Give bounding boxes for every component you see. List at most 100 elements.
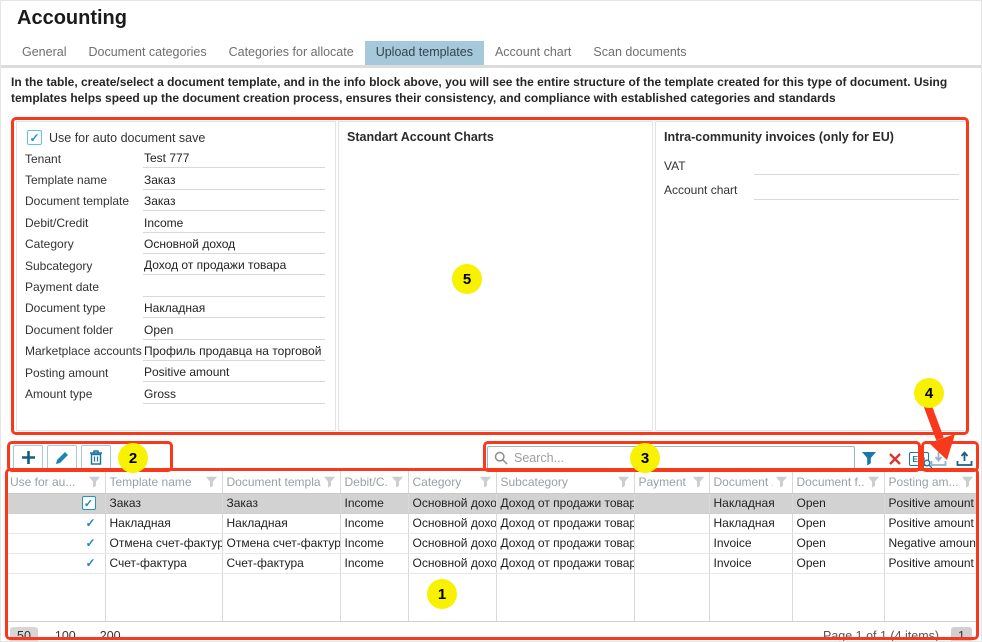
table-cell-checkbox[interactable]: ✓	[6, 493, 105, 513]
filter-icon[interactable]	[692, 476, 705, 488]
field-value-account-chart[interactable]	[754, 184, 959, 200]
filter-icon[interactable]	[323, 476, 336, 488]
field-value-vat[interactable]	[754, 159, 959, 175]
auto-save-checkbox[interactable]: ✓	[27, 130, 42, 145]
page-size-200[interactable]: 200	[93, 627, 128, 642]
field-value-payment-date[interactable]	[143, 281, 325, 297]
column-header-payment[interactable]: Payment ...	[634, 471, 709, 493]
export-button[interactable]	[952, 448, 976, 469]
filter-icon[interactable]	[775, 476, 788, 488]
table-row[interactable]: ✓Счет-фактураСчет-фактураIncomeОсновной …	[6, 553, 978, 573]
field-value-subcategory[interactable]: Доход от продажи товара	[143, 258, 325, 275]
field-label: Marketplace accounts	[25, 345, 143, 361]
table-cell: Income	[340, 533, 408, 553]
page-number-button[interactable]: 1	[951, 627, 972, 642]
field-label: Template name	[25, 174, 143, 190]
filter-button[interactable]	[857, 448, 881, 469]
table-cell: Positive amount	[884, 493, 978, 513]
table-cell: Накладная	[709, 513, 792, 533]
check-icon: ✓	[85, 536, 95, 550]
field-value-posting-amount[interactable]: Positive amount	[143, 365, 325, 382]
field-value-document-template[interactable]: Заказ	[143, 194, 325, 211]
import-button[interactable]	[926, 448, 950, 469]
form-row-subcategory: SubcategoryДоход от продажи товара	[25, 258, 325, 275]
page-size-selector: 50 100 200	[10, 629, 138, 642]
filter-icon[interactable]	[391, 476, 404, 488]
table-row[interactable]: ✓ЗаказЗаказIncomeОсновной доходДоход от …	[6, 493, 978, 513]
field-value-debit-credit[interactable]: Income	[143, 216, 325, 233]
column-header-document-template[interactable]: Document template	[222, 471, 340, 493]
field-value-template-name[interactable]: Заказ	[143, 173, 325, 190]
filter-icon[interactable]	[88, 476, 101, 488]
field-value-document-type[interactable]: Накладная	[143, 301, 325, 318]
table-filler-cell	[6, 573, 105, 621]
table-cell	[634, 533, 709, 553]
table-row[interactable]: ✓НакладнаяНакладнаяIncomeОсновной доходД…	[6, 513, 978, 533]
table-filler-cell	[105, 573, 222, 621]
field-label: Tenant	[25, 153, 143, 169]
tab-upload-templates[interactable]: Upload templates	[365, 41, 484, 65]
form-row-document-type: Document typeНакладная	[25, 301, 325, 318]
column-header-subcategory[interactable]: Subcategory	[496, 471, 634, 493]
filter-icon[interactable]	[479, 476, 492, 488]
export-icon	[956, 451, 973, 467]
field-value-tenant[interactable]: Test 777	[143, 151, 325, 168]
delete-button[interactable]	[81, 445, 111, 470]
trash-icon	[89, 450, 103, 465]
field-value-marketplace-accounts[interactable]: Профиль продавца на торговой площ	[143, 344, 325, 361]
tab-scan-documents[interactable]: Scan documents	[582, 41, 697, 65]
filter-icon[interactable]	[961, 476, 974, 488]
import-icon	[930, 451, 947, 467]
column-header-document-f[interactable]: Document f...	[792, 471, 884, 493]
table-cell	[634, 493, 709, 513]
table-row[interactable]: ✓Отмена счет-фактурыОтмена счет-фактурыI…	[6, 533, 978, 553]
table-cell-checkbox[interactable]: ✓	[6, 533, 105, 553]
filter-icon[interactable]	[867, 476, 880, 488]
form-row-document-template: Document templateЗаказ	[25, 194, 325, 211]
table-cell: Negative amount	[884, 533, 978, 553]
app-window: Accounting GeneralDocument categoriesCat…	[0, 0, 982, 642]
tab-document-categories[interactable]: Document categories	[77, 41, 217, 65]
table-cell: Основной доход	[408, 533, 496, 553]
table-filler-cell	[340, 573, 408, 621]
table-cell: Заказ	[105, 493, 222, 513]
check-icon: ✓	[85, 516, 95, 530]
plus-icon	[21, 450, 36, 465]
filter-icon[interactable]	[617, 476, 630, 488]
table-cell-checkbox[interactable]: ✓	[6, 553, 105, 573]
table-cell: Основной доход	[408, 513, 496, 533]
page-size-100[interactable]: 100	[48, 627, 83, 642]
clear-filter-button[interactable]	[883, 448, 907, 469]
tab-categories-for-allocate[interactable]: Categories for allocate	[218, 41, 365, 65]
add-button[interactable]	[13, 445, 43, 470]
field-value-document-folder[interactable]: Open	[143, 323, 325, 340]
field-value-amount-type[interactable]: Gross	[143, 387, 325, 404]
row-checkbox[interactable]: ✓	[82, 496, 96, 510]
field-value-category[interactable]: Основной доход	[143, 237, 325, 254]
edit-button[interactable]	[47, 445, 77, 470]
column-header-document[interactable]: Document ...	[709, 471, 792, 493]
filter-icon[interactable]	[205, 476, 218, 488]
search-input[interactable]	[514, 451, 848, 465]
template-form-panel: ✓ Use for auto document save TenantTest …	[16, 121, 336, 431]
table-cell: Доход от продажи товара	[496, 493, 634, 513]
field-label: VAT	[664, 160, 754, 176]
tab-general[interactable]: General	[11, 41, 77, 65]
field-label: Account chart	[664, 184, 754, 200]
table-cell	[634, 553, 709, 573]
table-cell-checkbox[interactable]: ✓	[6, 513, 105, 533]
column-header-template-name[interactable]: Template name	[105, 471, 222, 493]
table-cell: Open	[792, 513, 884, 533]
table-cell: Доход от продажи товара	[496, 533, 634, 553]
column-header-posting-am[interactable]: Posting am...	[884, 471, 978, 493]
field-label: Amount type	[25, 388, 143, 404]
column-header-use-for-au[interactable]: Use for au...	[6, 471, 105, 493]
table-filler-cell	[222, 573, 340, 621]
column-header-category[interactable]: Category	[408, 471, 496, 493]
page-size-50[interactable]: 50	[10, 627, 38, 642]
eu-row-vat: VAT	[664, 158, 959, 175]
table-filler-cell	[884, 573, 978, 621]
column-header-debit-c[interactable]: Debit/C...	[340, 471, 408, 493]
tab-account-chart[interactable]: Account chart	[484, 41, 582, 65]
table-cell: Счет-фактура	[105, 553, 222, 573]
